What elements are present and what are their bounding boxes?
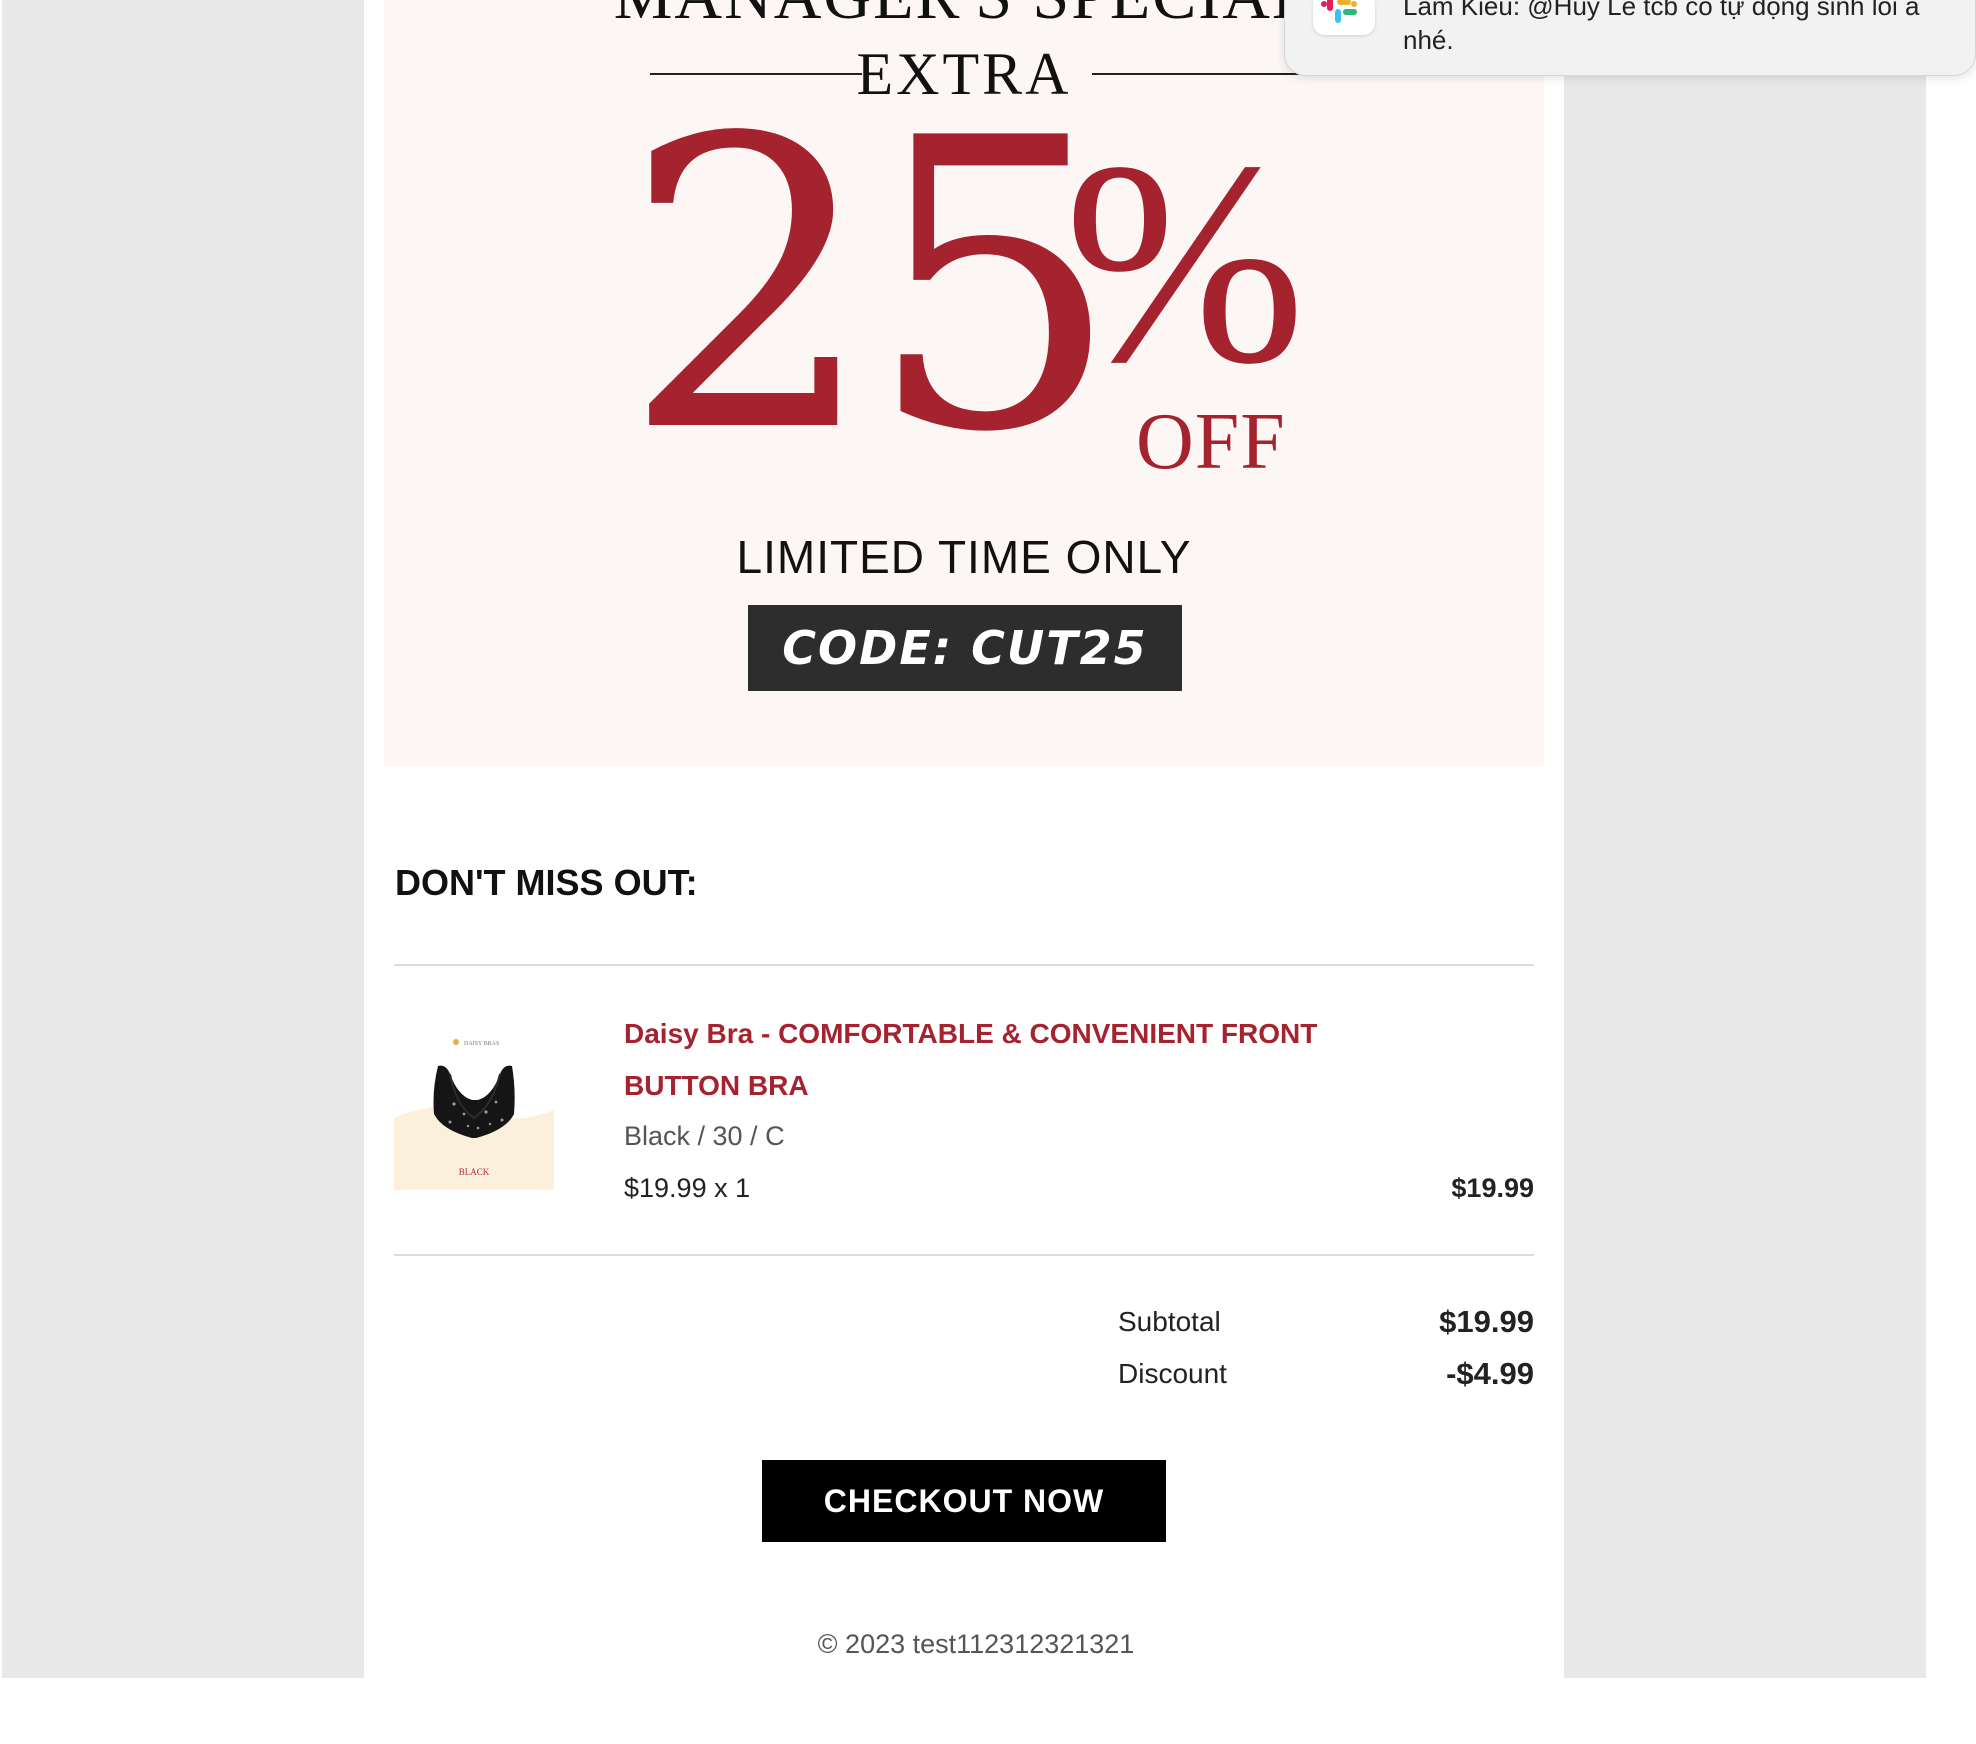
notification-message: Lam Kieu: @Huy Le tcb có tự động sinh lỗ… [1403,0,1920,55]
subtotal-label: Subtotal [1118,1306,1221,1337]
product-line-total: $19.99 [1451,1173,1534,1203]
product-title-link[interactable]: Daisy Bra - COMFORTABLE & CONVENIENT FRO… [624,1008,1344,1112]
footer-copyright: © 2023 test112312321321 [817,1629,1135,1659]
checkout-now-button[interactable]: CHECKOUT NOW [762,1460,1166,1542]
slack-notification[interactable]: Lam Kieu: @Huy Le tcb có tự động sinh lỗ… [1284,0,1976,76]
subtotal-value: $19.99 [1439,1304,1534,1339]
email-body: MANAGER'S SPECIAL EXTRA 25 % OFF LIMITED… [364,0,1564,1678]
promo-banner[interactable]: MANAGER'S SPECIAL EXTRA 25 % OFF LIMITED… [384,0,1544,766]
divider [394,964,1534,966]
divider-line [1092,73,1304,75]
thumb-color-label: BLACK [459,1167,490,1177]
bra-product-image: DAISY BRAS BLACK [394,1030,554,1190]
email-viewer: MANAGER'S SPECIAL EXTRA 25 % OFF LIMITED… [0,0,1976,1744]
percent-sign: % [1064,102,1306,423]
limited-time-label: LIMITED TIME ONLY [736,531,1192,583]
product-qty-price: $19.99 x 1 [624,1173,751,1203]
off-label: OFF [1134,398,1286,486]
product-variant: Black / 30 / C [624,1121,785,1151]
slack-icon [1313,0,1375,35]
discount-value: -$4.99 [1446,1356,1534,1391]
section-heading: DON'T MISS OUT: [395,862,698,903]
product-thumbnail[interactable]: DAISY BRAS BLACK [394,1030,554,1190]
discount-number: 25 [622,55,1121,520]
thumb-brand: DAISY BRAS [464,1041,499,1047]
divider [394,1254,1534,1256]
discount-label: Discount [1118,1358,1227,1389]
promo-code-badge: CODE: CUT25 [748,605,1182,691]
